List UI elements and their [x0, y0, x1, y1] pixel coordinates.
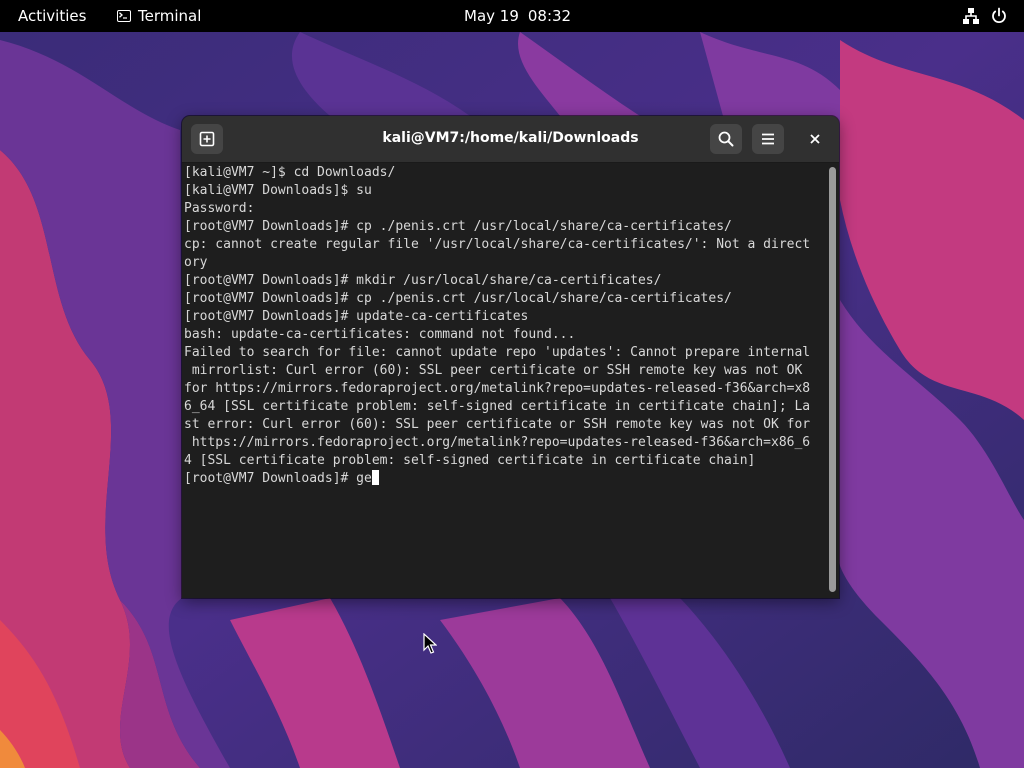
terminal-scrollbar[interactable] [827, 163, 839, 598]
clock[interactable]: May 19 08:32 [464, 7, 571, 25]
terminal-line: ory [184, 255, 208, 270]
terminal-prompt-line[interactable]: [root@VM7 Downloads]# ge [184, 470, 826, 488]
terminal-line: 4 [SSL certificate problem: self-signed … [184, 453, 756, 468]
menu-button[interactable] [752, 124, 784, 154]
text-cursor [371, 470, 379, 485]
search-icon [718, 131, 734, 147]
network-icon[interactable] [962, 7, 980, 25]
terminal-line: 6_64 [SSL certificate problem: self-sign… [184, 399, 811, 414]
activities-button[interactable]: Activities [18, 7, 86, 25]
new-tab-icon [199, 131, 215, 147]
mouse-pointer-icon [423, 633, 437, 654]
clock-time: 08:32 [527, 7, 572, 25]
terminal-lines: [kali@VM7 ~]$ cd Downloads/ [kali@VM7 Do… [184, 164, 826, 488]
terminal-prompt-text: [root@VM7 Downloads]# ge [184, 471, 372, 486]
window-headerbar[interactable]: kali@VM7:/home/kali/Downloads [182, 116, 839, 163]
search-button[interactable] [710, 124, 742, 154]
terminal-line: [kali@VM7 Downloads]$ su [184, 183, 372, 198]
scrollbar-thumb[interactable] [829, 167, 836, 592]
terminal-line: [root@VM7 Downloads]# mkdir /usr/local/s… [184, 273, 662, 288]
new-tab-button[interactable] [191, 124, 223, 154]
clock-date: May 19 [464, 7, 519, 25]
app-menu-button[interactable]: Terminal [117, 7, 201, 25]
hamburger-menu-icon [762, 133, 774, 145]
terminal-line: st error: Curl error (60): SSL peer cert… [184, 417, 811, 432]
terminal-line: for https://mirrors.fedoraproject.org/me… [184, 381, 811, 396]
terminal-icon [117, 10, 131, 22]
desktop: Activities Terminal May 19 08:32 kali@VM… [0, 0, 1024, 768]
terminal-line: [root@VM7 Downloads]# update-ca-certific… [184, 309, 529, 324]
terminal-window: kali@VM7:/home/kali/Downloads [kali@VM7 … [182, 116, 839, 598]
terminal-line: bash: update-ca-certificates: command no… [184, 327, 576, 342]
terminal-line: https://mirrors.fedoraproject.org/metali… [184, 435, 811, 450]
terminal-line: Password: [184, 201, 255, 216]
window-title: kali@VM7:/home/kali/Downloads [382, 130, 639, 146]
app-menu-label: Terminal [138, 7, 202, 25]
terminal-line: [root@VM7 Downloads]# cp ./penis.crt /us… [184, 219, 732, 234]
terminal-line: mirrorlist: Curl error (60): SSL peer ce… [184, 363, 803, 378]
top-bar: Activities Terminal May 19 08:32 [0, 0, 1024, 32]
close-icon [810, 134, 820, 144]
close-button[interactable] [800, 124, 830, 154]
terminal-line: cp: cannot create regular file '/usr/loc… [184, 237, 811, 252]
terminal-line: Failed to search for file: cannot update… [184, 345, 811, 360]
terminal-line: [kali@VM7 ~]$ cd Downloads/ [184, 165, 396, 180]
power-icon[interactable] [990, 7, 1008, 25]
terminal-line: [root@VM7 Downloads]# cp ./penis.crt /us… [184, 291, 732, 306]
terminal-output[interactable]: [kali@VM7 ~]$ cd Downloads/ [kali@VM7 Do… [182, 163, 827, 598]
